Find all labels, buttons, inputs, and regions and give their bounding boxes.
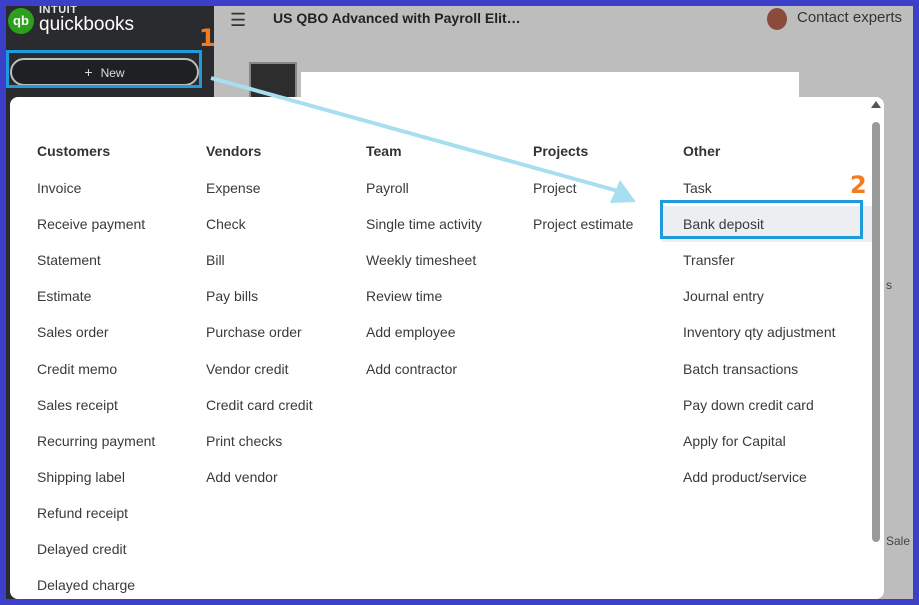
step-number-2: 2	[850, 171, 867, 199]
menu-column-title: Other	[683, 143, 721, 159]
background-text: s	[886, 278, 892, 292]
menu-item-recurring-payment[interactable]: Recurring payment	[37, 433, 155, 449]
background-text: Sale	[886, 534, 911, 548]
menu-item-invoice[interactable]: Invoice	[37, 180, 81, 196]
menu-item-sales-order[interactable]: Sales order	[37, 324, 109, 340]
menu-item-vendor-credit[interactable]: Vendor credit	[206, 361, 289, 377]
menu-item-add-employee[interactable]: Add employee	[366, 324, 456, 340]
menu-item-estimate[interactable]: Estimate	[37, 288, 91, 304]
brand-name: quickbooks	[39, 14, 135, 35]
menu-item-task[interactable]: Task	[683, 180, 712, 196]
menu-item-add-contractor[interactable]: Add contractor	[366, 361, 457, 377]
menu-item-check[interactable]: Check	[206, 216, 246, 232]
menu-item-apply-for-capital[interactable]: Apply for Capital	[683, 433, 786, 449]
menu-item-project[interactable]: Project	[533, 180, 577, 196]
menu-item-payroll[interactable]: Payroll	[366, 180, 409, 196]
menu-item-transfer[interactable]: Transfer	[683, 252, 735, 268]
contact-experts-link[interactable]: Contact experts	[797, 9, 902, 26]
menu-item-delayed-charge[interactable]: Delayed charge	[37, 577, 135, 593]
menu-item-pay-bills[interactable]: Pay bills	[206, 288, 258, 304]
new-dropdown-menu: Customers Invoice Receive payment Statement…	[10, 97, 884, 599]
menu-item-statement[interactable]: Statement	[37, 252, 101, 268]
avatar	[767, 8, 787, 30]
menu-item-purchase-order[interactable]: Purchase order	[206, 324, 302, 340]
menu-item-credit-card-credit[interactable]: Credit card credit	[206, 397, 313, 413]
menu-item-expense[interactable]: Expense	[206, 180, 260, 196]
menu-item-refund-receipt[interactable]: Refund receipt	[37, 505, 128, 521]
company-name: US QBO Advanced with Payroll Elit…	[273, 10, 521, 26]
menu-item-delayed-credit[interactable]: Delayed credit	[37, 541, 127, 557]
app-window: qb INTUIT quickbooks + New 1 ☰ US QBO Adv…	[6, 6, 913, 599]
menu-item-batch-transactions[interactable]: Batch transactions	[683, 361, 798, 377]
hamburger-icon[interactable]: ☰	[230, 10, 246, 31]
menu-item-shipping-label[interactable]: Shipping label	[37, 469, 125, 485]
menu-column-title: Team	[366, 143, 402, 159]
menu-item-receive-payment[interactable]: Receive payment	[37, 216, 145, 232]
menu-item-print-checks[interactable]: Print checks	[206, 433, 282, 449]
menu-item-pay-down-credit-card[interactable]: Pay down credit card	[683, 397, 814, 413]
menu-item-review-time[interactable]: Review time	[366, 288, 442, 304]
menu-item-project-estimate[interactable]: Project estimate	[533, 216, 633, 232]
menu-scrollbar[interactable]	[868, 97, 884, 599]
menu-item-inventory-qty-adjustment[interactable]: Inventory qty adjustment	[683, 324, 836, 340]
menu-item-weekly-timesheet[interactable]: Weekly timesheet	[366, 252, 476, 268]
top-bar: ☰ US QBO Advanced with Payroll Elit… Con…	[214, 6, 913, 56]
scroll-thumb[interactable]	[872, 122, 880, 542]
menu-item-add-product-service[interactable]: Add product/service	[683, 469, 807, 485]
highlight-box-new	[6, 50, 202, 88]
menu-item-journal-entry[interactable]: Journal entry	[683, 288, 764, 304]
menu-item-credit-memo[interactable]: Credit memo	[37, 361, 117, 377]
menu-column-title: Projects	[533, 143, 589, 159]
menu-item-add-vendor[interactable]: Add vendor	[206, 469, 278, 485]
menu-item-bill[interactable]: Bill	[206, 252, 225, 268]
highlight-box-bank-deposit	[660, 200, 863, 239]
menu-column-title: Customers	[37, 143, 111, 159]
menu-item-single-time-activity[interactable]: Single time activity	[366, 216, 482, 232]
scroll-up-icon[interactable]	[871, 101, 881, 108]
menu-column-title: Vendors	[206, 143, 262, 159]
menu-item-sales-receipt[interactable]: Sales receipt	[37, 397, 118, 413]
quickbooks-logo-icon: qb	[8, 8, 34, 34]
